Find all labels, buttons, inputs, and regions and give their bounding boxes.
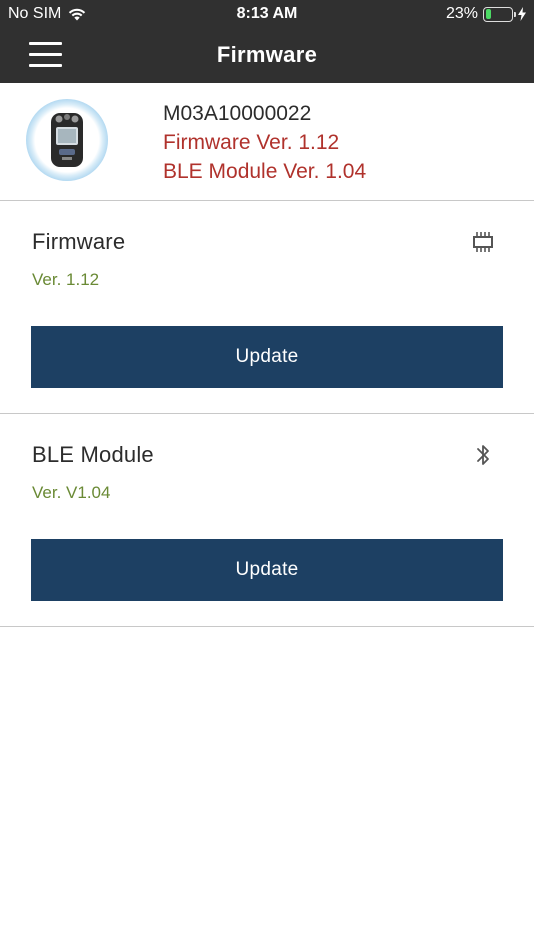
bluetooth-icon <box>477 445 489 465</box>
ble-module-update-button[interactable]: Update <box>31 539 503 601</box>
ble-module-version: Ver. V1.04 <box>32 483 111 502</box>
device-info: M03A10000022 Firmware Ver. 1.12 BLE Modu… <box>163 99 366 186</box>
battery-status: 23% <box>446 5 526 23</box>
device-firmware-version: Firmware Ver. 1.12 <box>163 131 340 154</box>
firmware-version: Ver. 1.12 <box>32 270 100 289</box>
top-bar: No SIM 8:13 AM 23% Firmware <box>0 0 534 83</box>
gas-detector-device-image <box>26 99 108 181</box>
battery-percent: 23% <box>445 5 478 22</box>
battery-level-fill <box>485 9 492 19</box>
device-header: M03A10000022 Firmware Ver. 1.12 BLE Modu… <box>0 83 534 201</box>
firmware-title: Firmware <box>32 229 126 254</box>
status-bar: No SIM 8:13 AM 23% <box>0 0 534 28</box>
firmware-update-button[interactable]: Update <box>31 326 503 388</box>
battery-icon <box>483 6 516 22</box>
ble-module-title: BLE Module <box>32 442 154 467</box>
device-serial: M03A10000022 <box>163 102 312 125</box>
page-title: Firmware <box>216 42 318 67</box>
device-ble-version: BLE Module Ver. 1.04 <box>163 160 367 183</box>
chip-icon <box>473 232 493 252</box>
firmware-section: Firmware Ver. 1.12 Update <box>0 201 534 414</box>
charging-bolt-icon <box>518 7 526 21</box>
ble-module-section: BLE Module Ver. V1.04 Update <box>0 414 534 627</box>
